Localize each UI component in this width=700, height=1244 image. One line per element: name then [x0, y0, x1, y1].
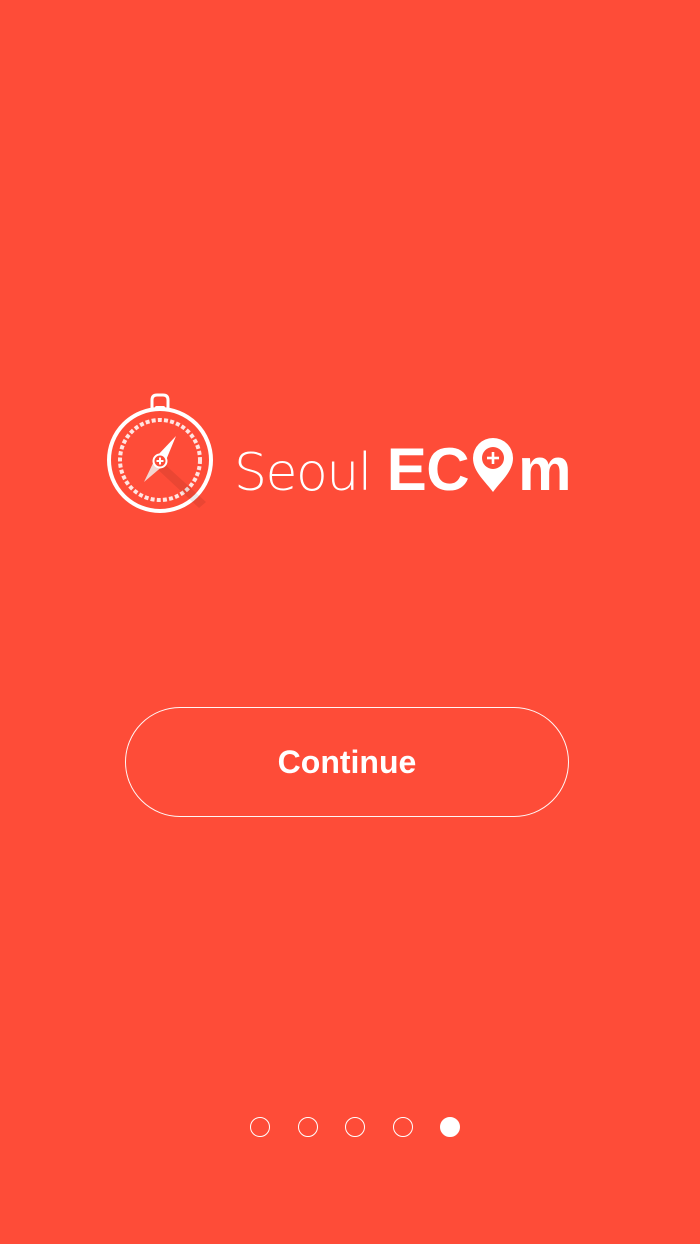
continue-button[interactable]: Continue — [125, 707, 569, 817]
brand-name-bold-suffix: m — [518, 436, 571, 503]
brand-wordmark: Seoul EC m — [234, 430, 571, 503]
page-dot-active[interactable] — [440, 1117, 460, 1137]
page-dot[interactable] — [250, 1117, 270, 1137]
app-logo: Seoul EC m — [104, 392, 594, 516]
onboarding-screen: Seoul EC m Continue — [0, 0, 700, 1244]
page-indicator — [250, 1115, 460, 1139]
brand-name-light: Seoul — [234, 443, 372, 503]
location-pin-plus-icon — [473, 438, 514, 492]
compass-icon — [107, 393, 213, 513]
brand-name-bold-prefix: EC — [386, 436, 470, 503]
page-dot[interactable] — [345, 1117, 365, 1137]
page-dot[interactable] — [392, 1117, 413, 1137]
page-dot[interactable] — [297, 1117, 318, 1137]
